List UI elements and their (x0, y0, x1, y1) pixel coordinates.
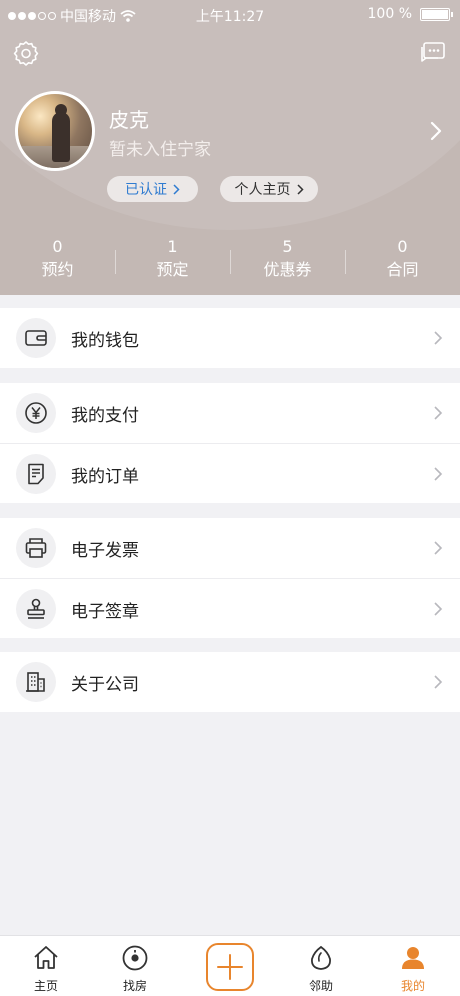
tab-label: 邻助 (308, 979, 333, 993)
stats-bar: 0 预约 1 预定 5 优惠券 0 合同 (0, 236, 460, 286)
messages-button[interactable] (420, 40, 446, 66)
menu-item-label: 我的订单 (71, 467, 139, 487)
tab-label: 找房 (122, 979, 147, 993)
stat-value: 5 (282, 237, 293, 256)
chevron-right-icon (434, 406, 443, 420)
menu-item-seal[interactable]: 电子签章 (0, 578, 460, 638)
profile-detail-chevron-icon[interactable] (428, 119, 444, 143)
tab-find-house[interactable]: 找房 (100, 936, 170, 996)
chevron-right-icon (434, 602, 443, 616)
printer-icon (16, 528, 56, 568)
stat-coupons[interactable]: 5 优惠券 (230, 236, 345, 286)
find-house-icon (122, 945, 148, 971)
menu-item-label: 电子签章 (71, 602, 139, 622)
stat-label: 预定 (156, 260, 189, 279)
menu-group-payment: 我的支付 我的订单 (0, 383, 460, 503)
wallet-icon (16, 318, 56, 358)
tab-label: 主页 (33, 979, 58, 993)
stat-label: 预约 (41, 260, 74, 279)
menu-group-wallet: 我的钱包 (0, 308, 460, 368)
chevron-right-icon (434, 541, 443, 555)
stat-value: 0 (52, 237, 63, 256)
homepage-label: 个人主页 (234, 182, 291, 198)
stat-contracts[interactable]: 0 合同 (345, 236, 460, 286)
avatar[interactable] (15, 91, 95, 171)
bottom-tab-bar: 主页 找房 邻助 我的 (0, 935, 460, 996)
menu-item-about-company[interactable]: 关于公司 (0, 652, 460, 712)
tab-label: 我的 (400, 979, 425, 993)
plus-icon (217, 954, 243, 980)
status-bar: 中国移动 上午11:27 100 % (0, 0, 460, 30)
battery-icon (420, 7, 453, 21)
profile-icon (402, 947, 424, 969)
chevron-right-icon (296, 183, 304, 195)
stat-label: 合同 (386, 260, 419, 279)
gear-icon (13, 41, 39, 66)
user-residence-status: 暂未入住宁家 (109, 140, 211, 160)
profile-header: 中国移动 上午11:27 100 % 皮克 暂未入住宁家 已认证 个人主页 0 … (0, 0, 460, 295)
menu-item-label: 关于公司 (71, 675, 139, 695)
stat-reservations[interactable]: 1 预定 (115, 236, 230, 286)
chevron-right-icon (434, 331, 443, 345)
yuan-coin-icon (16, 393, 56, 433)
tab-neighbor-help[interactable]: 邻助 (286, 936, 356, 996)
personal-homepage-button[interactable]: 个人主页 (220, 176, 318, 202)
chat-icon (421, 42, 445, 62)
menu-item-label: 我的支付 (71, 406, 139, 426)
tab-profile[interactable]: 我的 (378, 936, 448, 996)
menu-item-invoice[interactable]: 电子发票 (0, 518, 460, 578)
tab-home[interactable]: 主页 (11, 936, 81, 996)
menu-item-label: 电子发票 (71, 541, 139, 561)
settings-button[interactable] (13, 40, 39, 66)
stamp-icon (16, 589, 56, 629)
status-bar-right: 100 % (367, 6, 453, 22)
chevron-right-icon (173, 183, 180, 195)
verified-label: 已认证 (125, 182, 167, 198)
building-icon (16, 662, 56, 702)
menu-group-documents: 电子发票 电子签章 (0, 518, 460, 638)
home-icon (34, 946, 58, 969)
neighbor-help-icon (311, 945, 331, 970)
verified-badge-button[interactable]: 已认证 (107, 176, 198, 202)
menu-item-wallet[interactable]: 我的钱包 (0, 308, 460, 368)
menu-group-about: 关于公司 (0, 652, 460, 712)
user-name: 皮克 (109, 108, 149, 132)
chevron-right-icon (434, 675, 443, 689)
stat-value: 1 (167, 237, 178, 256)
chevron-right-icon (434, 467, 443, 481)
order-document-icon (16, 454, 56, 494)
stat-label: 优惠券 (263, 260, 312, 279)
menu-item-orders[interactable]: 我的订单 (0, 443, 460, 503)
stat-value: 0 (397, 237, 408, 256)
add-button[interactable] (206, 943, 254, 991)
battery-percentage: 100 % (367, 6, 412, 22)
menu-item-payment[interactable]: 我的支付 (0, 383, 460, 443)
menu-item-label: 我的钱包 (71, 331, 139, 351)
stat-appointments[interactable]: 0 预约 (0, 236, 115, 286)
